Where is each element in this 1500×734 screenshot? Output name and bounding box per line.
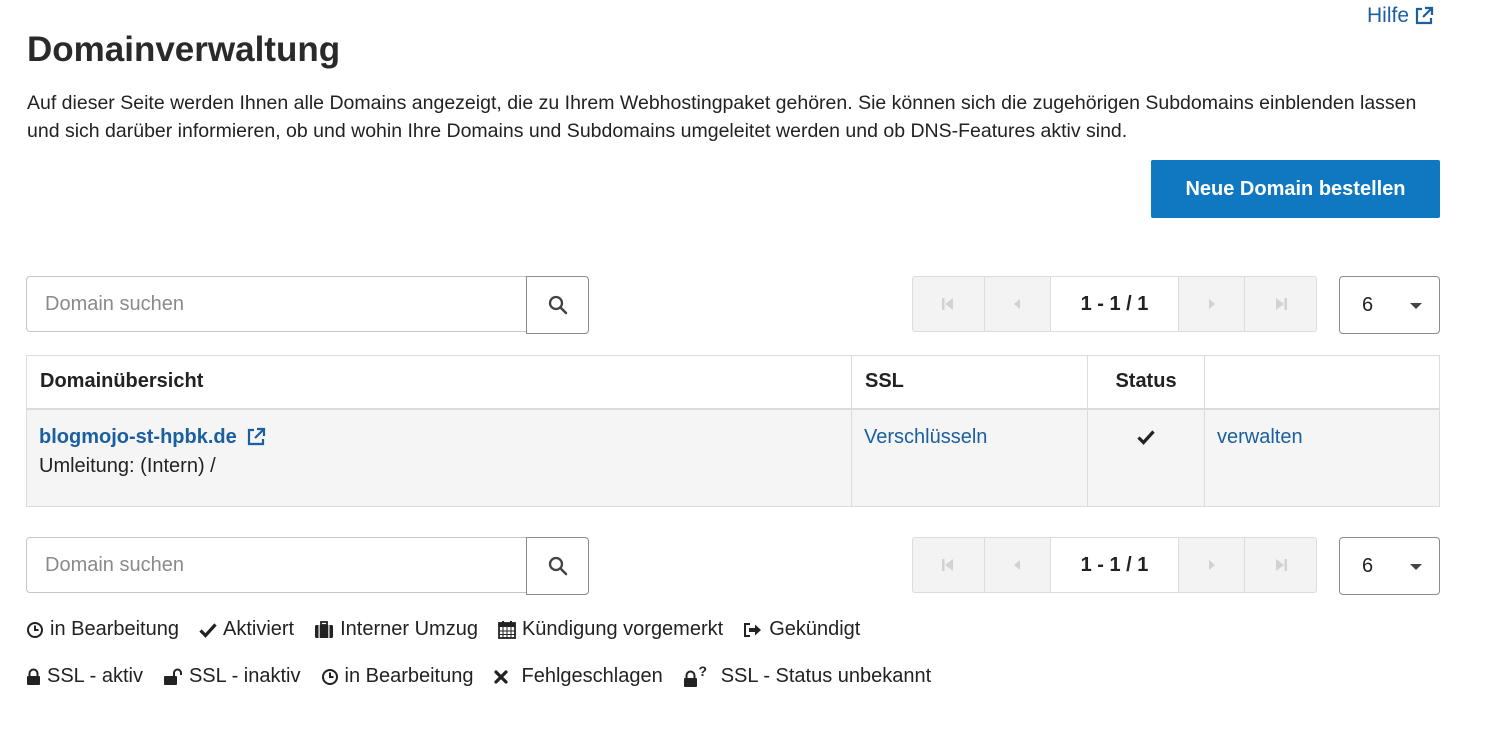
column-header-status: Status [1087,355,1205,410]
legend-item: Aktiviert [199,618,294,641]
check-icon [1137,429,1155,445]
step-forward-icon [1274,296,1288,312]
unlock-icon [163,668,183,686]
column-header-domain: Domainübersicht [26,355,852,410]
legend-label: SSL - aktiv [47,665,143,687]
legend-label: in Bearbeitung [50,618,179,640]
first-page-button-bottom[interactable] [913,538,985,592]
legend-label: SSL - Status unbekannt [720,665,932,687]
external-link-icon [1414,6,1434,26]
caret-right-icon [1208,298,1216,310]
first-page-button[interactable] [913,277,985,331]
action-cell: verwalten [1204,408,1440,507]
svg-text:?: ? [698,666,707,679]
order-new-domain-button[interactable]: Neue Domain bestellen [1151,160,1440,218]
legend-label: Interner Umzug [340,618,478,640]
encrypt-link[interactable]: Verschlüsseln [864,426,987,448]
times-icon [493,669,509,685]
column-header-action [1204,355,1440,410]
domain-link[interactable]: blogmojo-st-hpbk.de [39,426,266,449]
legend-item: Fehlgeschlagen [493,665,663,688]
pagination-info: 1 - 1 / 1 [1051,277,1179,331]
domain-cell: blogmojo-st-hpbk.de Umleitung: (Intern) … [26,408,852,507]
external-link-icon [246,427,266,447]
top-toolbar: 1 - 1 / 1 6 [26,276,1440,334]
pagination-info-bottom: 1 - 1 / 1 [1051,538,1179,592]
search-button[interactable] [526,276,589,334]
page-size-value: 6 [1362,554,1374,577]
legend-item: Gekündigt [743,618,860,641]
legend-label: SSL - inaktiv [188,665,301,687]
caret-right-icon [1208,559,1216,571]
caret-left-icon [1013,559,1021,571]
manage-link[interactable]: verwalten [1217,426,1303,448]
last-page-button-bottom[interactable] [1245,538,1316,592]
page-title: Domainverwaltung [27,30,341,69]
pagination: 1 - 1 / 1 [912,276,1317,332]
legend-label: Gekündigt [769,618,861,640]
page-size-select-bottom[interactable]: 6 [1339,537,1440,595]
ssl-legend: SSL - aktiv SSL - inaktiv in Bearbeitung… [26,665,951,688]
clock-icon [26,621,44,639]
legend-label: in Bearbeitung [344,665,474,687]
status-cell [1087,408,1205,507]
help-link[interactable]: Hilfe [1367,4,1434,28]
domain-name: blogmojo-st-hpbk.de [39,425,237,448]
pagination-bottom: 1 - 1 / 1 [912,537,1317,593]
last-page-button[interactable] [1245,277,1316,331]
caret-left-icon [1013,298,1021,310]
search-icon [548,556,568,576]
legend-label: Aktiviert [222,618,295,640]
legend-item: ? SSL - Status unbekannt [683,665,932,688]
step-backward-icon [941,557,955,573]
legend-label: Fehlgeschlagen [521,665,663,687]
chevron-down-icon [1410,564,1422,570]
step-backward-icon [941,296,955,312]
legend-item: SSL - aktiv [26,665,143,688]
calendar-icon [498,620,516,639]
table-row: blogmojo-st-hpbk.de Umleitung: (Intern) … [26,408,1440,507]
domain-search-input-bottom[interactable] [26,537,526,593]
clock-icon [321,668,339,686]
legend-item: Kündigung vorgemerkt [498,618,723,641]
status-legend: in Bearbeitung Aktiviert Interner Umzug … [26,618,880,641]
chevron-down-icon [1410,303,1422,309]
legend-item: in Bearbeitung [321,665,474,688]
previous-page-button-bottom[interactable] [985,538,1052,592]
legend-item: Interner Umzug [314,618,478,641]
lock-icon [26,668,41,686]
legend-label: Kündigung vorgemerkt [521,618,724,640]
search-icon [548,295,568,315]
check-icon [199,622,217,638]
redirect-info: Umleitung: (Intern) / [39,454,216,477]
domain-table: Domainübersicht SSL Status blogmojo-st-h… [26,355,1440,507]
next-page-button[interactable] [1179,277,1246,331]
bottom-toolbar: 1 - 1 / 1 6 [26,537,1440,595]
sign-out-icon [743,621,763,639]
page-size-select[interactable]: 6 [1339,276,1440,334]
suitcase-icon [314,620,334,639]
domain-search-input[interactable] [26,276,526,332]
column-header-ssl: SSL [851,355,1088,410]
legend-item: in Bearbeitung [26,618,179,641]
legend-item: SSL - inaktiv [163,665,301,688]
previous-page-button[interactable] [985,277,1052,331]
step-forward-icon [1274,557,1288,573]
help-link-label: Hilfe [1366,4,1409,27]
page-description: Auf dieser Seite werden Ihnen alle Domai… [27,92,1417,142]
search-button-bottom[interactable] [526,537,589,595]
ssl-cell: Verschlüsseln [851,408,1088,507]
next-page-button-bottom[interactable] [1179,538,1246,592]
table-header-row: Domainübersicht SSL Status [26,355,1440,410]
page-size-value: 6 [1362,293,1374,316]
lock-question-icon: ? [683,666,709,688]
